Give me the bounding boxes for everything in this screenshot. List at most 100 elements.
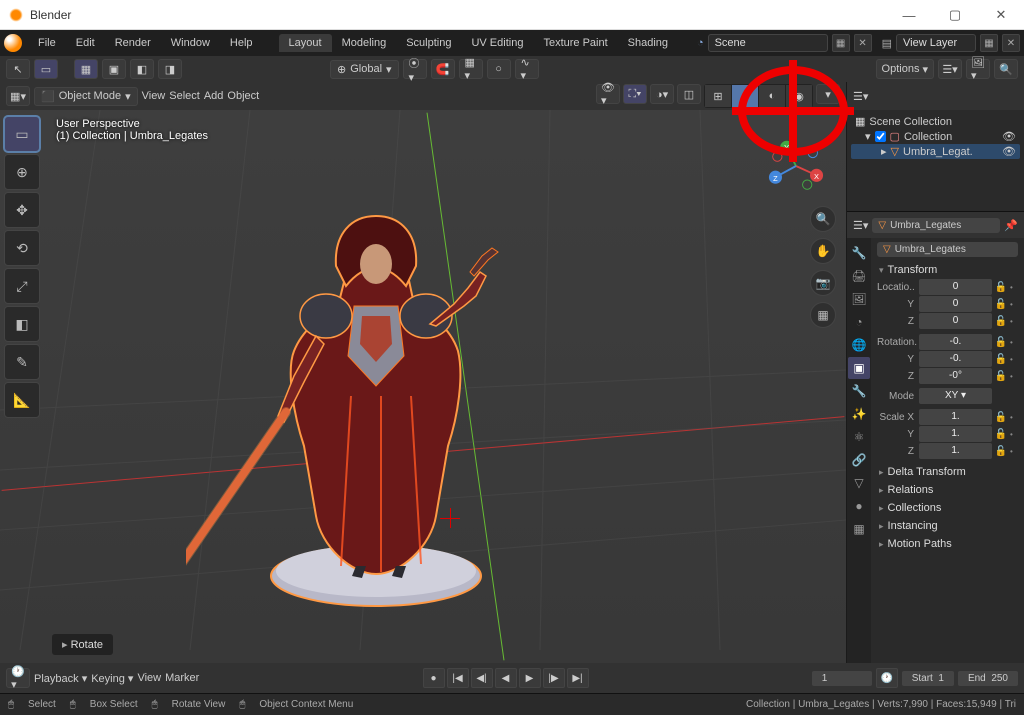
editor-type-icon[interactable]: ▦▾ (6, 86, 30, 106)
timeline-view-menu[interactable]: View (137, 672, 161, 684)
lock-icon[interactable]: 🔓 (994, 282, 1008, 293)
current-frame-input[interactable]: 1 (812, 671, 872, 686)
snap-icon[interactable]: ▦ (74, 59, 98, 79)
lock-icon[interactable]: 🔓 (994, 337, 1008, 348)
workspace-tab-shading[interactable]: Shading (618, 34, 678, 52)
autokey-button[interactable]: ● (423, 668, 445, 688)
workspace-tab-sculpting[interactable]: Sculpting (396, 34, 461, 52)
panel-delta-transform[interactable]: Delta Transform (877, 463, 1018, 481)
options-button[interactable]: Options ▾ (876, 59, 934, 79)
viewlayer-remove-button[interactable]: ✕ (1002, 34, 1020, 52)
filter-icon[interactable]: ☰▾ (938, 59, 962, 79)
tab-data-icon[interactable]: ▽ (848, 472, 870, 494)
tab-texture-icon[interactable]: ▦ (848, 518, 870, 540)
tab-physics-icon[interactable]: ⚛ (848, 426, 870, 448)
scale-z-input[interactable]: 1. (919, 443, 992, 459)
tool-move[interactable]: ✥ (4, 192, 40, 228)
scene-name-input[interactable] (708, 34, 828, 52)
eye-icon[interactable]: 👁 (1002, 130, 1016, 143)
tool-scale[interactable]: ⤢ (4, 268, 40, 304)
play-reverse-button[interactable]: ◀ (495, 668, 517, 688)
outliner-editor-icon[interactable]: ☰▾ (853, 90, 868, 103)
panel-transform[interactable]: Transform (877, 261, 1018, 279)
filter2-icon[interactable]: 🖼▾ (966, 59, 990, 79)
select-menu[interactable]: Select (169, 90, 200, 102)
menu-file[interactable]: File (28, 34, 66, 52)
camera-button[interactable]: 📷 (810, 270, 836, 296)
end-frame-input[interactable]: End 250 (958, 671, 1018, 686)
snap2-icon[interactable]: ▣ (102, 59, 126, 79)
eye-icon[interactable]: 👁 (1002, 145, 1016, 158)
object-menu[interactable]: Object (227, 90, 259, 102)
jump-next-key-button[interactable]: |▶ (543, 668, 565, 688)
close-button[interactable]: ✕ (978, 0, 1024, 30)
tab-object-icon[interactable]: ▣ (848, 357, 870, 379)
lock-icon[interactable]: 🔓 (994, 299, 1008, 310)
location-y-input[interactable]: 0 (919, 296, 992, 312)
workspace-tab-texturepaint[interactable]: Texture Paint (533, 34, 617, 52)
proportional-icon[interactable]: ○ (487, 59, 511, 79)
location-z-input[interactable]: 0 (919, 313, 992, 329)
lock-icon[interactable]: 🔓 (994, 412, 1008, 423)
3d-viewport[interactable]: User Perspective (1) Collection | Umbra_… (0, 110, 846, 663)
overlay-icon[interactable]: ◑▾ (650, 84, 674, 104)
snap3-icon[interactable]: ◧ (130, 59, 154, 79)
panel-collections[interactable]: Collections (877, 499, 1018, 517)
select-tool-icon[interactable]: ▭ (34, 59, 58, 79)
snap4-icon[interactable]: ◨ (158, 59, 182, 79)
workspace-tab-layout[interactable]: Layout (279, 34, 332, 52)
search-icon[interactable]: 🔍 (994, 59, 1018, 79)
proportional-type-icon[interactable]: ∿ ▾ (515, 59, 539, 79)
tool-cursor[interactable]: ⊕ (4, 154, 40, 190)
marker-menu[interactable]: Marker (165, 672, 199, 684)
minimize-button[interactable]: — (886, 0, 932, 30)
rotation-x-input[interactable]: -0. (919, 334, 992, 350)
jump-end-button[interactable]: ▶| (567, 668, 589, 688)
blender-menu-icon[interactable] (4, 34, 22, 52)
xray-icon[interactable]: ◫ (677, 84, 701, 104)
lock-icon[interactable]: 🔓 (994, 446, 1008, 457)
pan-button[interactable]: ✋ (810, 238, 836, 264)
scene-browse-button[interactable]: ▦ (832, 34, 850, 52)
tool-measure[interactable]: 📐 (4, 382, 40, 418)
viewlayer-browse-button[interactable]: ▦ (980, 34, 998, 52)
tab-world-icon[interactable]: 🌐 (848, 334, 870, 356)
axis-gizmo[interactable]: X Y Z (768, 138, 824, 194)
workspace-tab-uvediting[interactable]: UV Editing (461, 34, 533, 52)
perspective-button[interactable]: ▦ (810, 302, 836, 328)
tool-transform[interactable]: ◧ (4, 306, 40, 342)
shading-wireframe-button[interactable]: ⊞ (705, 85, 731, 107)
outliner-collection-row[interactable]: ▾ ▢ Collection 👁 (851, 129, 1020, 144)
outliner-scene-row[interactable]: ▦ Scene Collection (851, 114, 1020, 129)
add-menu[interactable]: Add (204, 90, 224, 102)
pivot-icon[interactable]: ⦿ ▾ (403, 59, 427, 79)
panel-instancing[interactable]: Instancing (877, 517, 1018, 535)
preview-range-button[interactable]: 🕐 (876, 668, 898, 688)
cursor-tool-icon[interactable]: ↖ (6, 59, 30, 79)
playback-menu[interactable]: Playback ▾ (34, 672, 87, 685)
tool-select-box[interactable]: ▭ (4, 116, 40, 152)
tab-output-icon[interactable]: 🖨 (848, 265, 870, 287)
operator-hint[interactable]: Rotate (52, 634, 113, 655)
viewlayer-name-input[interactable] (896, 34, 976, 52)
menu-edit[interactable]: Edit (66, 34, 105, 52)
maximize-button[interactable]: ▢ (932, 0, 978, 30)
start-frame-input[interactable]: Start 1 (902, 671, 954, 686)
orientation-dropdown[interactable]: ⊕ Global ▾ (330, 60, 399, 79)
snap-toggle-icon[interactable]: 🧲 (431, 59, 455, 79)
snap-type-icon[interactable]: ▦ ▾ (459, 59, 483, 79)
play-button[interactable]: ▶ (519, 668, 541, 688)
workspace-tab-modeling[interactable]: Modeling (332, 34, 397, 52)
panel-relations[interactable]: Relations (877, 481, 1018, 499)
zoom-button[interactable]: 🔍 (810, 206, 836, 232)
shading-matprev-button[interactable]: ◐ (759, 85, 785, 107)
lock-icon[interactable]: 🔓 (994, 371, 1008, 382)
tab-viewlayer-icon[interactable]: 🖼 (848, 288, 870, 310)
scene-new-button[interactable]: ✕ (854, 34, 872, 52)
lock-icon[interactable]: 🔓 (994, 316, 1008, 327)
rotation-mode-dropdown[interactable]: XY ▾ (919, 388, 992, 404)
timeline-editor-icon[interactable]: 🕐▾ (6, 668, 30, 688)
tab-particles-icon[interactable]: ✨ (848, 403, 870, 425)
jump-prev-key-button[interactable]: ◀| (471, 668, 493, 688)
tab-modifiers-icon[interactable]: 🔧 (848, 380, 870, 402)
